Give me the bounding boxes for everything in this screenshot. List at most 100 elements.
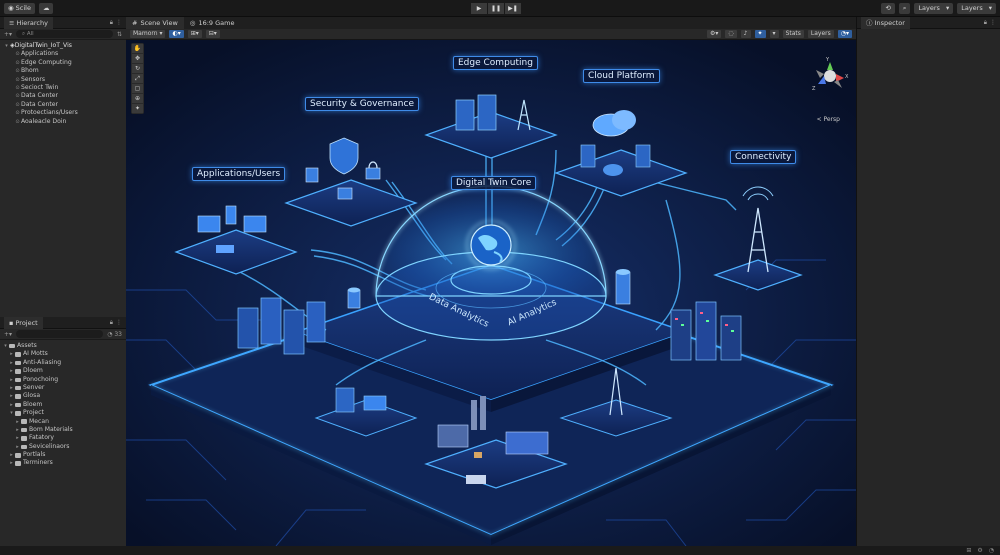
menu-icon[interactable]: ⋮ (116, 19, 122, 26)
hierarchy-item[interactable]: ⊙ Data Center (0, 92, 126, 100)
layers-button[interactable]: Layers (807, 30, 834, 38)
grid-toggle-button[interactable]: ⊟▾ (205, 30, 220, 38)
search-button[interactable]: ⌕ (898, 3, 911, 14)
layout-dropdown[interactable]: Layers ▾ (957, 3, 996, 14)
project-folder[interactable]: ▸ Sevicelinaors (0, 443, 126, 451)
filter-icon[interactable]: ⇅ (117, 31, 122, 38)
lock-icon[interactable]: 🔒︎ (110, 19, 113, 27)
assets-folder[interactable]: ▾ Assets (0, 342, 126, 350)
folder-icon (15, 360, 21, 366)
play-button[interactable]: ▶ (471, 3, 487, 14)
project-folder[interactable]: ▸ Mecan (0, 418, 126, 426)
folder-icon (15, 453, 21, 458)
project-folder[interactable]: ▸ Fatatory (0, 434, 126, 442)
visibility-button[interactable]: ◌ (725, 30, 737, 38)
inspector-tab[interactable]: ⓘ Inspector (861, 16, 910, 29)
chevron-right-icon[interactable]: ▸ (8, 401, 15, 409)
hierarchy-tab[interactable]: ≡ Hierarchy (4, 16, 53, 29)
scene-canvas[interactable]: Edge Computing Cloud Platform Security &… (126, 40, 856, 546)
project-folder[interactable]: ▸ Dloem (0, 367, 126, 375)
project-search[interactable] (16, 330, 104, 338)
hierarchy-item[interactable]: ⊙ Sensors (0, 76, 126, 84)
folder-icon (21, 444, 27, 450)
search-placeholder: All (26, 31, 34, 37)
hierarchy-search[interactable]: ⌕ All (16, 30, 113, 38)
project-folder[interactable]: ▸ Terminers (0, 459, 126, 467)
folder-icon (15, 461, 21, 466)
chevron-right-icon[interactable]: ▸ (8, 451, 15, 459)
chevron-right-icon[interactable]: ▸ (8, 384, 15, 392)
draw-mode-button[interactable]: ◐▾ (169, 30, 184, 38)
hierarchy-item[interactable]: ⊙ Bhom (0, 67, 126, 75)
rect-tool-icon[interactable]: ▢ (132, 84, 143, 93)
settings-icon[interactable]: ⚙ (977, 547, 982, 554)
hierarchy-item[interactable]: ⊙ Data Center (0, 101, 126, 109)
project-folder[interactable]: ▸ Glosa (0, 392, 126, 400)
pause-button[interactable]: ❚❚ (488, 3, 504, 14)
project-folder[interactable]: ▸ Ponochoing (0, 376, 126, 384)
chevron-down-icon: ▾ (988, 4, 992, 12)
account-button[interactable]: ◉ Scile (4, 3, 35, 14)
chevron-right-icon[interactable]: ▸ (8, 367, 15, 375)
hierarchy-item[interactable]: ⊙ Applications (0, 50, 126, 58)
project-folder[interactable]: ▸ Bloem (0, 401, 126, 409)
hierarchy-item[interactable]: ⊙ Secioct Twin (0, 84, 126, 92)
hierarchy-item[interactable]: ⊙ Aoaleacle Doin (0, 118, 126, 126)
chevron-right-icon[interactable]: ▸ (14, 426, 21, 434)
scale-tool-icon[interactable]: ⤢ (132, 74, 143, 83)
lock-icon[interactable]: 🔒︎ (110, 319, 113, 327)
project-tab[interactable]: ▪ Project (4, 316, 43, 329)
gizmos-dropdown[interactable]: ▾ (769, 30, 779, 38)
shading-mode-dropdown[interactable]: Mamorn ▾ (130, 30, 166, 38)
info-icon: ⓘ (866, 18, 875, 27)
transform-tool-icon[interactable]: ⊕ (132, 94, 143, 103)
audio-button[interactable]: ♪ (740, 30, 751, 38)
stats-button[interactable]: Stats (782, 30, 804, 38)
chevron-right-icon[interactable]: ▸ (8, 359, 15, 367)
orientation-gizmo[interactable]: Y X Z (810, 56, 850, 94)
layers-dropdown[interactable]: Layers ▾ (914, 3, 954, 14)
chevron-right-icon[interactable]: ▸ (8, 459, 15, 467)
move-tool-icon[interactable]: ✥ (132, 54, 143, 63)
project-folder[interactable]: ▸ AI Motts (0, 350, 126, 358)
chevron-right-icon[interactable]: ▸ (8, 376, 15, 384)
menu-icon[interactable]: ⋮ (990, 19, 996, 26)
project-folder[interactable]: ▸ Portlals (0, 451, 126, 459)
chevron-right-icon[interactable]: ▸ (14, 418, 21, 426)
chevron-down-icon[interactable]: ▾ (8, 409, 15, 417)
cloud-button[interactable]: ☁ (38, 3, 54, 14)
tab-game[interactable]: ◎ 16:9 Game (184, 17, 241, 29)
assets-label: Assets (17, 342, 37, 349)
network-icon[interactable]: ⊞ (966, 547, 971, 554)
gizmo-toggle-button[interactable]: ✦ (754, 30, 766, 38)
lock-icon[interactable]: 🔒︎ (984, 19, 987, 27)
scene-settings-button[interactable]: ◔▾ (837, 30, 852, 38)
chevron-right-icon[interactable]: ▸ (14, 434, 21, 442)
render-mode-button[interactable]: ⊞▾ (187, 30, 202, 38)
tab-scene[interactable]: # Scene View (126, 17, 184, 29)
menu-icon[interactable]: ⋮ (116, 319, 122, 326)
hand-tool-icon[interactable]: ✋ (132, 44, 143, 53)
persp-label[interactable]: < Persp (817, 116, 840, 123)
gameobject-icon: ⊙ (15, 84, 20, 91)
project-folder[interactable]: ▸ Anti-Aliasing (0, 359, 126, 367)
hierarchy-item[interactable]: ⊙ Edge Computing (0, 59, 126, 67)
notification-icon[interactable]: ◔ (989, 547, 994, 554)
add-button[interactable]: +▾ (4, 31, 12, 38)
step-button[interactable]: ▶❚ (505, 3, 521, 14)
rotate-tool-icon[interactable]: ↻ (132, 64, 143, 73)
hierarchy-item-label: Aoaleacle Doin (21, 117, 67, 125)
project-folder[interactable]: ▾ Project (0, 409, 126, 417)
add-button[interactable]: +▾ (4, 331, 12, 338)
history-button[interactable]: ⟲ (881, 3, 895, 14)
hierarchy-item-label: Sensors (21, 75, 46, 83)
tree-root[interactable]: ▾ ◈ DigitalTwin_IoT_Vis (0, 42, 126, 50)
chevron-right-icon[interactable]: ▸ (14, 443, 21, 451)
chevron-right-icon[interactable]: ▸ (8, 392, 15, 400)
chevron-right-icon[interactable]: ▸ (8, 350, 15, 358)
hierarchy-item[interactable]: ⊙ Protoectians/Users (0, 109, 126, 117)
camera-button[interactable]: ⚙▾ (707, 30, 722, 38)
project-folder[interactable]: ▸ Senver (0, 384, 126, 392)
custom-tool-icon[interactable]: ✦ (132, 104, 143, 113)
project-folder[interactable]: ▸ Bom Materials (0, 426, 126, 434)
